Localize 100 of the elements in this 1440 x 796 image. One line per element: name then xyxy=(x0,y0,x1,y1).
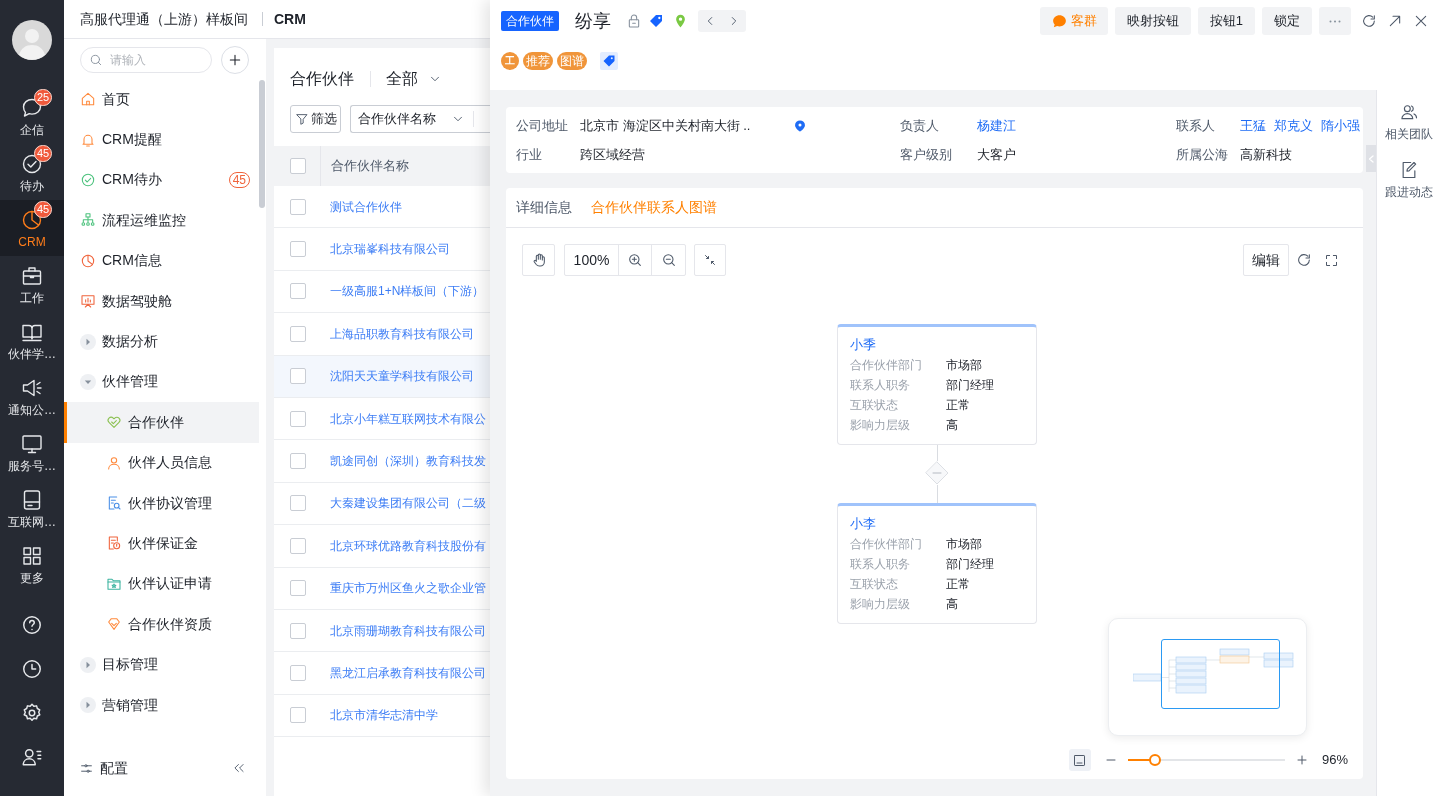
table-row[interactable]: 沈阳天天童学科技有限公司 xyxy=(274,355,490,398)
partner-name-link[interactable]: 北京市清华志清中学 xyxy=(330,706,438,725)
submenu-item[interactable]: 合作伙伴 xyxy=(64,402,259,443)
nav-item[interactable]: CRM 45 xyxy=(0,200,64,256)
checkbox[interactable] xyxy=(290,453,306,470)
nav-item[interactable]: 服务号… xyxy=(0,424,64,480)
nav-item[interactable]: 互联网… xyxy=(0,480,64,536)
checkbox[interactable] xyxy=(290,410,306,427)
checkbox[interactable] xyxy=(290,707,306,724)
contact-node[interactable]: 小季 合作伙伴部门 市场部 联系人职务 部门经理 互联状态 正常 影响力层级 高 xyxy=(837,324,1037,445)
person-link[interactable]: 杨建江 xyxy=(977,115,1016,136)
field-value: 北京市 海淀区中关村南大街 .. xyxy=(580,116,752,135)
action-button[interactable]: 按钮1 xyxy=(1197,7,1255,35)
partner-name-link[interactable]: 黑龙江启承教育科技有限公司 xyxy=(330,664,486,682)
menu-group[interactable]: 营销管理 xyxy=(64,684,259,726)
field-label: 互联状态 xyxy=(850,576,899,593)
sliders-icon xyxy=(80,761,93,775)
config-button[interactable]: 配置 xyxy=(80,757,128,779)
nav-item[interactable]: 通知公… xyxy=(0,368,64,424)
checkbox[interactable] xyxy=(290,325,306,342)
pan-button[interactable] xyxy=(522,244,555,276)
avatar-icon[interactable] xyxy=(12,20,52,60)
collapse-icon[interactable] xyxy=(232,761,246,775)
refresh-icon[interactable] xyxy=(1361,13,1377,29)
submenu-item[interactable]: 合作伙伴资质 xyxy=(64,604,259,645)
menu-item[interactable]: CRM待办 45 xyxy=(64,159,259,201)
menu-item[interactable]: 数据驾驶舱 xyxy=(64,280,259,322)
partner-name-link[interactable]: 测试合作伙伴 xyxy=(330,197,402,216)
checkbox[interactable] xyxy=(290,241,306,258)
nav-item[interactable]: 工作 xyxy=(0,256,64,312)
side-rail-item[interactable]: 相关团队 xyxy=(1384,102,1433,142)
partner-name-link[interactable]: 北京环球优路教育科技股份有 xyxy=(330,536,486,555)
checkbox[interactable] xyxy=(290,495,306,512)
partner-name-link[interactable]: 北京瑞峯科技有限公司 xyxy=(330,240,450,259)
search-field[interactable]: 请输入 xyxy=(80,46,212,73)
nav-item[interactable]: 企信 25 xyxy=(0,88,64,144)
menu-item[interactable]: CRM提醒 xyxy=(64,119,259,160)
view-select[interactable]: 全部 xyxy=(386,67,442,91)
partner-name-link[interactable]: 上海品职教育科技有限公司 xyxy=(330,324,474,343)
partner-name-link[interactable]: 大秦建设集团有限公司（二级 xyxy=(330,494,486,513)
checkbox[interactable] xyxy=(290,158,306,174)
scrollbar-thumb[interactable] xyxy=(259,80,265,208)
nav-item[interactable]: 更多 xyxy=(0,536,64,592)
partner-name-link[interactable]: 一级高服1+N样板间（下游） xyxy=(330,282,485,301)
edit-button[interactable]: 编辑 xyxy=(1243,244,1289,276)
clock-icon[interactable] xyxy=(21,658,43,680)
submenu-item[interactable]: 伙伴人员信息 xyxy=(64,442,259,483)
close-icon[interactable] xyxy=(1413,13,1429,29)
person-link[interactable]: 王猛 xyxy=(1240,115,1266,136)
help-icon[interactable] xyxy=(21,614,43,636)
submenu-item[interactable]: 伙伴保证金 xyxy=(64,523,259,564)
user-list-icon[interactable] xyxy=(21,746,43,768)
partner-name-link[interactable]: 北京小年糕互联网技术有限公 xyxy=(330,409,486,428)
settings-icon[interactable] xyxy=(21,702,43,724)
plus-icon[interactable] xyxy=(1295,754,1308,766)
tag-icon[interactable] xyxy=(600,52,618,70)
person-link[interactable]: 隋小强 xyxy=(1321,115,1360,136)
nav-item[interactable]: 伙伴学… xyxy=(0,312,64,368)
nav-item[interactable]: 待办 45 xyxy=(0,144,64,200)
refresh-icon[interactable] xyxy=(1296,252,1312,268)
partner-name-link[interactable]: 凯途同创（深圳）教育科技发 xyxy=(330,452,486,471)
minimap-toggle-button[interactable] xyxy=(1068,749,1091,771)
count-badge: 25 xyxy=(34,89,53,106)
menu-item[interactable]: CRM信息 xyxy=(64,240,259,281)
checkbox[interactable] xyxy=(290,622,306,639)
menu-item[interactable]: 首页 xyxy=(64,79,259,120)
contact-node[interactable]: 小李 合作伙伴部门 市场部 联系人职务 部门经理 互联状态 正常 影响力层级 高 xyxy=(837,503,1037,624)
tab[interactable]: 详细信息 xyxy=(516,197,572,218)
menu-item[interactable]: 流程运维监控 xyxy=(64,200,259,241)
map-pin-icon[interactable] xyxy=(793,118,807,133)
checkbox[interactable] xyxy=(290,537,306,554)
checkbox[interactable] xyxy=(290,368,306,385)
field-value: 高 xyxy=(946,596,958,613)
menu-group[interactable]: 目标管理 xyxy=(64,644,259,685)
minimap-viewport[interactable] xyxy=(1161,639,1280,709)
filter-button[interactable]: 筛选 xyxy=(290,105,341,133)
checkbox[interactable] xyxy=(290,580,306,597)
zoom-slider[interactable] xyxy=(1127,754,1285,766)
menu-group[interactable]: 伙伴管理 xyxy=(64,361,259,403)
partner-name-link[interactable]: 沈阳天天童学科技有限公司 xyxy=(330,367,474,386)
person-link[interactable]: 郑克义 xyxy=(1274,115,1313,136)
open-external-icon[interactable] xyxy=(1387,13,1403,29)
tag: 图谱 xyxy=(557,52,587,70)
fullscreen-icon[interactable] xyxy=(1324,252,1339,268)
check-circle-icon xyxy=(80,171,96,188)
submenu-item[interactable]: 伙伴认证申请 xyxy=(64,563,259,605)
minimap[interactable] xyxy=(1108,618,1307,736)
partner-name-link[interactable]: 重庆市万州区鱼火之歌企业管 xyxy=(330,579,486,598)
submenu-item[interactable]: 伙伴协议管理 xyxy=(64,482,259,524)
checkbox[interactable] xyxy=(290,665,306,681)
checkbox[interactable] xyxy=(290,198,306,215)
slider-thumb[interactable] xyxy=(1148,754,1161,766)
side-rail-item[interactable]: 跟进动态 xyxy=(1384,160,1433,200)
collapse-toggle-icon[interactable] xyxy=(925,461,949,485)
checkbox[interactable] xyxy=(290,283,306,300)
action-button[interactable]: 映射按钮 xyxy=(1114,7,1191,35)
partner-name-link[interactable]: 北京雨珊瑚教育科技有限公司 xyxy=(330,621,486,640)
action-button[interactable]: 锁定 xyxy=(1262,7,1312,35)
menu-group[interactable]: 数据分析 xyxy=(64,321,259,362)
field-value: 正常 xyxy=(946,397,970,414)
